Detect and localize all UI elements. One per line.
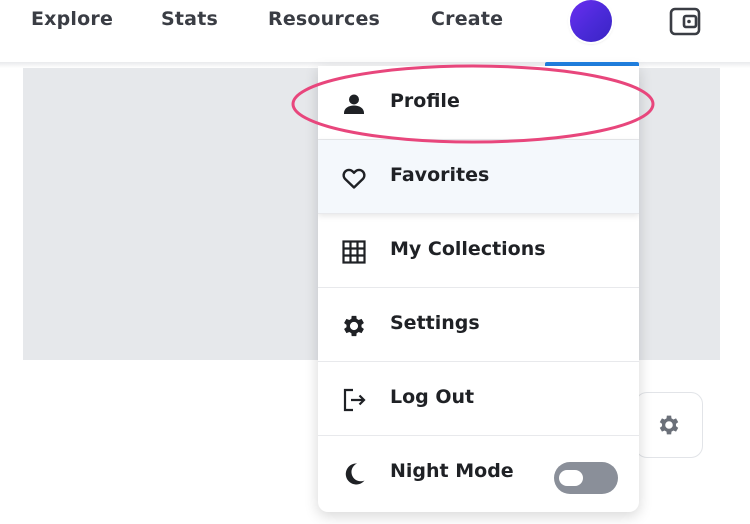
moon-icon [340, 460, 368, 488]
menu-item-label: Profile [390, 90, 460, 112]
menu-item-label: Log Out [390, 386, 475, 408]
menu-item-night-mode[interactable]: Night Mode [318, 436, 639, 512]
gear-icon [659, 415, 679, 435]
nav-create[interactable]: Create [431, 8, 503, 30]
top-nav: Explore Stats Resources Create [0, 0, 750, 46]
grid-icon [340, 238, 368, 266]
heart-icon [340, 164, 368, 192]
settings-button[interactable] [635, 392, 703, 458]
menu-item-label: Settings [390, 312, 480, 334]
menu-item-my-collections[interactable]: My Collections [318, 214, 639, 288]
nav-resources[interactable]: Resources [268, 8, 380, 30]
logout-icon [340, 386, 368, 414]
menu-item-label: My Collections [390, 238, 546, 260]
nav-explore[interactable]: Explore [31, 8, 113, 30]
menu-item-label: Favorites [390, 164, 490, 186]
menu-item-label: Night Mode [390, 460, 514, 482]
toggle-knob [559, 470, 583, 486]
person-icon [340, 90, 368, 118]
menu-item-profile[interactable]: Profile [318, 66, 639, 140]
menu-item-log-out[interactable]: Log Out [318, 362, 639, 436]
nav-stats[interactable]: Stats [161, 8, 218, 30]
menu-item-settings[interactable]: Settings [318, 288, 639, 362]
profile-dropdown-menu: Profile Favorites My Collections Setting… [318, 66, 639, 512]
night-mode-toggle[interactable] [554, 462, 618, 494]
wallet-icon[interactable] [668, 4, 702, 38]
gear-icon [340, 312, 368, 340]
avatar[interactable] [570, 0, 612, 42]
menu-item-favorites[interactable]: Favorites [318, 140, 639, 214]
